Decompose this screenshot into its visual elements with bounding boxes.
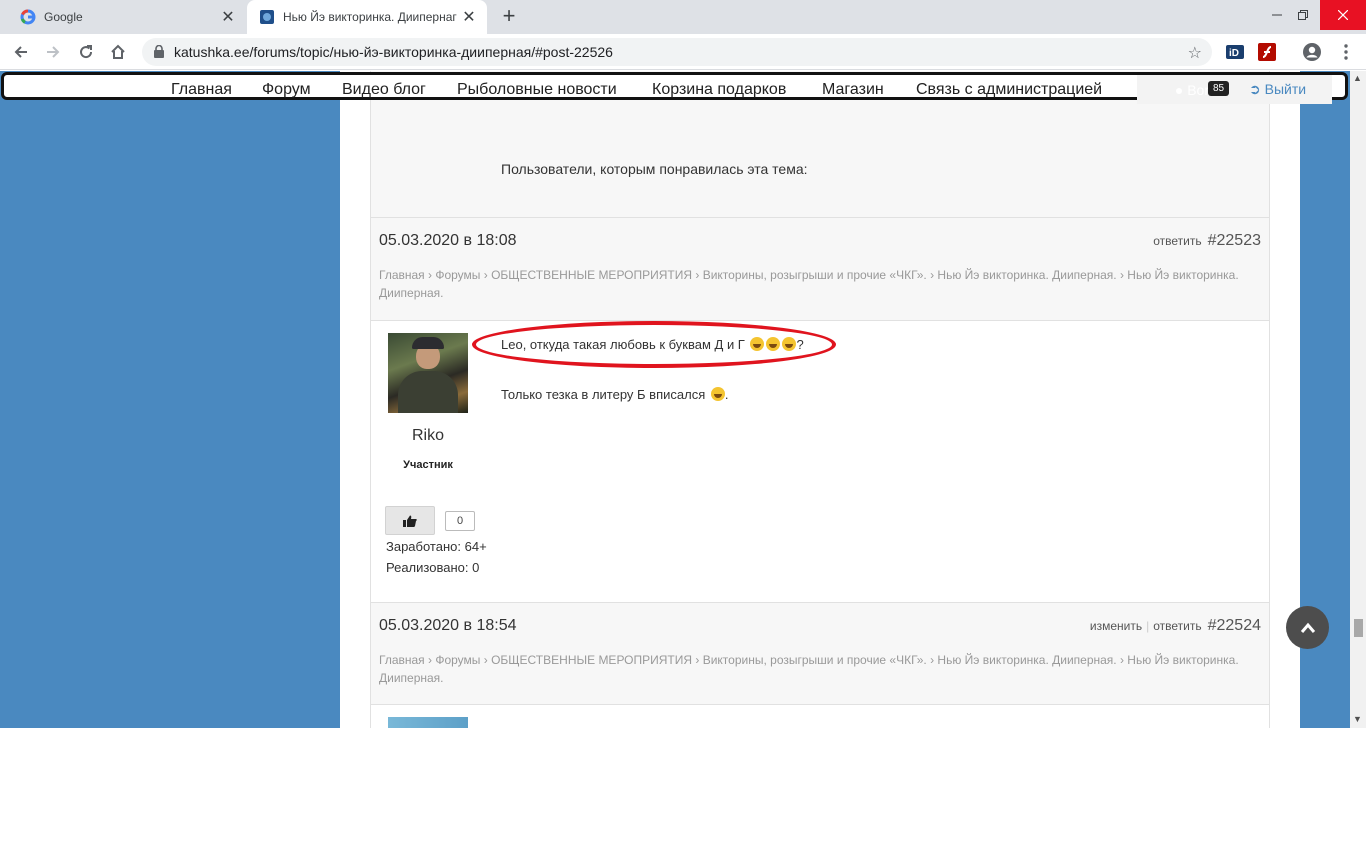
profile-avatar-icon[interactable] <box>1302 42 1322 62</box>
back-arrow-icon[interactable] <box>10 41 32 63</box>
red-ellipse-annotation <box>472 321 836 368</box>
notification-badge[interactable]: 85 <box>1208 81 1230 96</box>
post-number-link[interactable]: #22524 <box>1208 617 1261 634</box>
home-icon[interactable] <box>107 41 129 63</box>
restore-icon[interactable] <box>1286 0 1320 30</box>
avatar[interactable] <box>388 717 468 728</box>
message-punct: . <box>724 387 729 402</box>
site-top-nav: Главная Форум Видео блог Рыболовные ново… <box>1 72 1348 104</box>
close-tab-icon[interactable]: ✕ <box>459 7 479 27</box>
logout-link[interactable]: ➲ Выйти <box>1249 81 1306 98</box>
breadcrumb: Главная › Форумы › ОБЩЕСТВЕННЫЕ МЕРОПРИЯ… <box>379 268 1239 300</box>
page-viewport: Пользователи, которым понравилась эта те… <box>0 71 1350 728</box>
like-button[interactable] <box>385 506 435 535</box>
user-icon: ● <box>1174 82 1184 98</box>
tab-title: Google <box>44 10 83 24</box>
chevron-up-icon <box>1300 622 1315 633</box>
scroll-to-top-button[interactable] <box>1286 606 1329 649</box>
tab-google[interactable]: Google ✕ <box>8 0 246 34</box>
browser-tab-strip: Google ✕ Нью Йэ викторинка. Диипернаг ✕ … <box>0 0 1366 34</box>
nav-item-gift-cart[interactable]: Корзина подарков <box>652 81 786 99</box>
bookmark-star-icon[interactable]: ☆ <box>1188 43 1202 63</box>
flash-extension-icon[interactable] <box>1257 42 1277 62</box>
thumbs-up-icon <box>403 515 417 527</box>
post-number-link[interactable]: #22523 <box>1208 232 1261 249</box>
edit-link[interactable]: изменить <box>1090 619 1142 633</box>
post-date: 05.03.2020 в 18:08 <box>379 232 517 249</box>
google-g-icon <box>20 9 36 25</box>
nav-item-home[interactable]: Главная <box>171 81 232 99</box>
address-bar[interactable]: katushka.ee/forums/topic/нью-йэ-викторин… <box>142 38 1212 66</box>
menu-kebab-icon[interactable] <box>1336 42 1356 62</box>
nav-item-forum[interactable]: Форум <box>262 81 311 99</box>
nav-item-shop[interactable]: Магазин <box>822 81 884 99</box>
post-actions: ответить #22523 <box>1153 232 1261 250</box>
site-favicon <box>259 9 275 25</box>
breadcrumb: Главная › Форумы › ОБЩЕСТВЕННЫЕ МЕРОПРИЯ… <box>379 653 1239 685</box>
browser-toolbar: katushka.ee/forums/topic/нью-йэ-викторин… <box>0 34 1366 70</box>
grin-emoji-icon <box>710 387 725 401</box>
page-scrollbar[interactable]: ▲ ▼ <box>1350 71 1366 728</box>
earned-stat: Заработано: 64+ <box>386 539 487 554</box>
realized-stat: Реализовано: 0 <box>386 560 480 575</box>
post-body <box>370 705 1270 728</box>
post-body: Riko Участник Leo, откуда такая любовь к… <box>370 321 1270 602</box>
svg-text:iD: iD <box>1229 48 1239 59</box>
author-role: Участник <box>403 459 453 471</box>
scroll-up-arrow-icon[interactable]: ▲ <box>1353 73 1362 83</box>
url-text: katushka.ee/forums/topic/нью-йэ-викторин… <box>174 44 613 60</box>
message-line-2: Только тезка в литеру Б вписался . <box>501 387 729 402</box>
message-text: Только тезка в литеру Б вписался <box>501 387 706 402</box>
likes-users-label: Пользователи, которым понравилась эта те… <box>501 161 808 177</box>
reply-link[interactable]: ответить <box>1153 619 1201 633</box>
lock-icon <box>154 44 164 63</box>
close-tab-icon[interactable]: ✕ <box>218 7 238 27</box>
post-header: 05.03.2020 в 18:54 изменить | ответить #225… <box>370 602 1270 705</box>
close-window-icon[interactable] <box>1320 0 1366 30</box>
post-date: 05.03.2020 в 18:54 <box>379 617 517 634</box>
reload-icon[interactable] <box>75 41 97 63</box>
logout-icon: ➲ <box>1249 81 1261 97</box>
tab-title: Нью Йэ викторинка. Диипернаг <box>283 10 457 24</box>
author-name[interactable]: Riko <box>388 427 468 445</box>
scroll-down-arrow-icon[interactable]: ▼ <box>1353 714 1362 724</box>
content-container: Пользователи, которым понравилась эта те… <box>340 71 1300 728</box>
tab-forum[interactable]: Нью Йэ викторинка. Диипернаг ✕ <box>247 0 487 34</box>
id-extension-icon[interactable]: iD <box>1225 42 1245 62</box>
new-tab-button[interactable]: + <box>498 5 520 28</box>
post-actions: изменить | ответить #22524 <box>1089 617 1261 634</box>
nav-item-video-blog[interactable]: Видео блог <box>342 81 426 99</box>
user-box: ● Boris 85 ➲ Выйти <box>1137 75 1332 104</box>
scrollbar-thumb[interactable] <box>1354 619 1363 637</box>
post-header: 05.03.2020 в 18:08 ответить #22523 Главна… <box>370 218 1270 321</box>
reply-link[interactable]: ответить <box>1153 234 1201 248</box>
avatar[interactable] <box>388 333 468 413</box>
forward-arrow-icon[interactable] <box>42 41 64 63</box>
nav-item-fishing-news[interactable]: Рыболовные новости <box>457 81 617 99</box>
like-count: 0 <box>445 511 475 531</box>
nav-item-contact-admin[interactable]: Связь с администрацией <box>916 81 1102 99</box>
